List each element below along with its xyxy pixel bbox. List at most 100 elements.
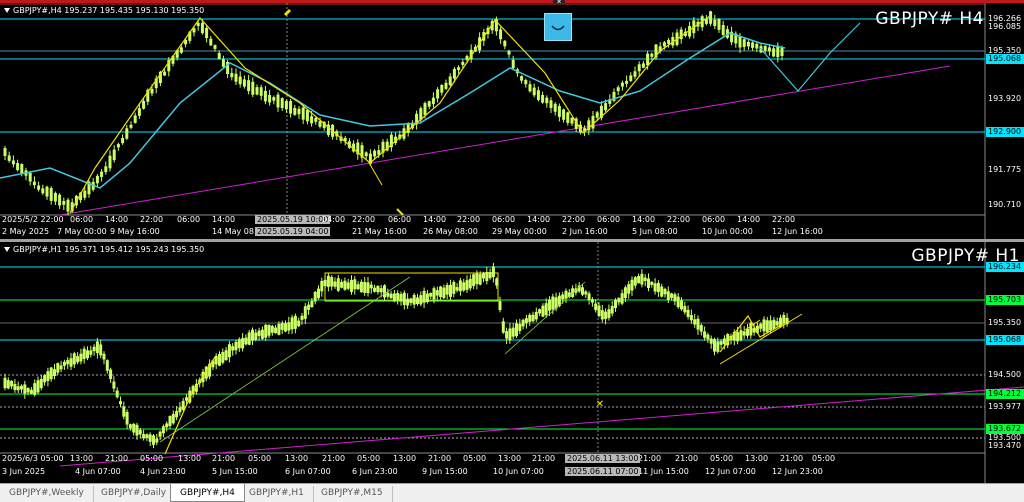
candle-body <box>431 97 435 105</box>
candle-body <box>498 300 502 311</box>
smile-trade-icon[interactable] <box>544 13 572 41</box>
candle-body <box>178 407 182 413</box>
h1-price-label: 195.703 <box>986 295 1024 305</box>
candle-body <box>521 319 525 327</box>
candle-body <box>364 152 368 157</box>
candle-body <box>259 87 263 96</box>
h1-time-label: 13:00 <box>178 454 202 463</box>
candle-body <box>699 325 703 332</box>
candle-body <box>11 160 15 165</box>
tab-h4[interactable]: GBPJPY#,H4 <box>170 484 245 502</box>
candle-body <box>462 282 466 291</box>
candle-body <box>218 353 221 366</box>
candle-body <box>148 434 152 442</box>
candle-body <box>287 322 291 331</box>
candle-body <box>538 309 542 314</box>
candle-body <box>590 299 594 303</box>
candle-body <box>452 281 456 294</box>
candle-body <box>541 94 545 103</box>
candle-body <box>209 38 213 46</box>
candle-body <box>643 277 647 281</box>
h4-symbol-title: GBPJPY# H4 <box>875 9 984 29</box>
candle-body <box>600 310 604 320</box>
h4-price-label: 195.068 <box>986 54 1024 64</box>
candle-body <box>145 434 149 438</box>
candle-body <box>82 348 86 360</box>
candle-body <box>268 95 272 103</box>
h1-time-label: 21:00 <box>212 454 236 463</box>
candle-body <box>528 84 532 92</box>
candle-body <box>633 71 637 77</box>
h4-crosshair-label: 2025.05.19 04:00 <box>255 227 331 236</box>
candle-body <box>175 411 179 418</box>
candle-body <box>742 39 746 47</box>
candle-body <box>772 48 776 57</box>
h4-time-label: 06:00 <box>597 215 621 224</box>
candle-body <box>507 51 511 55</box>
candle-body <box>557 106 561 117</box>
h4-chart-canvas[interactable] <box>0 3 1024 239</box>
candle-body <box>422 290 426 303</box>
candle-body <box>119 401 122 405</box>
candle-body <box>656 282 660 293</box>
candle-body <box>95 341 99 354</box>
h4-date-label: 7 May 00:00 <box>57 227 107 236</box>
h1-time-label: 05:00 <box>140 454 164 463</box>
candle-body <box>759 323 763 329</box>
candle-body <box>505 331 509 339</box>
candle-body <box>289 101 293 114</box>
h4-time-label: 14:00 <box>527 215 551 224</box>
tab-m15[interactable]: GBPJPY#,M15 <box>312 486 393 502</box>
candle-body <box>26 388 30 393</box>
candle-body <box>150 88 154 94</box>
candle-body <box>429 292 433 297</box>
candle-body <box>767 47 771 52</box>
candle-body <box>86 350 89 359</box>
candle-body <box>581 287 584 295</box>
candle-body <box>346 282 350 289</box>
candle-body <box>532 87 536 96</box>
candle-body <box>41 188 45 194</box>
candle-body <box>168 415 172 427</box>
candle-body <box>99 344 103 356</box>
candle-body <box>254 332 258 340</box>
candle-body <box>667 39 671 44</box>
h1-time-label: 13:00 <box>285 454 309 463</box>
moving-average-line <box>0 32 786 189</box>
h1-time-label: 21:00 <box>638 454 662 463</box>
candle-body <box>614 300 617 308</box>
candle-body <box>179 47 183 53</box>
tab-daily[interactable]: GBPJPY#,Daily <box>92 486 177 502</box>
candle-body <box>272 97 276 101</box>
candle-body <box>49 367 53 380</box>
h1-crosshair-label: 2025.06.11 13:00 <box>565 454 641 463</box>
h1-price-label: 194.500 <box>988 370 1022 379</box>
candle-body <box>640 273 644 285</box>
candle-body <box>623 287 627 299</box>
h4-price-label: 191.775 <box>988 165 1022 174</box>
candle-body <box>392 293 396 301</box>
candle-body <box>244 337 248 345</box>
candle-body <box>503 40 507 47</box>
candle-body <box>439 286 443 298</box>
zigzag-line <box>69 15 711 214</box>
h1-chart-canvas[interactable]: ✕ <box>0 242 1024 483</box>
trend-channel-line <box>504 281 586 355</box>
tab-h1[interactable]: GBPJPY#,H1 <box>240 486 314 502</box>
candle-body <box>56 363 60 373</box>
candle-body <box>633 277 637 286</box>
candle-body <box>62 361 66 366</box>
candle-body <box>301 107 305 120</box>
tab-weekly[interactable]: GBPJPY#,Weekly <box>0 486 94 502</box>
h1-date-label: 6 Jun 07:00 <box>285 467 331 476</box>
candle-body <box>650 281 654 285</box>
candle-body <box>746 328 749 336</box>
h4-time-label: 04:00 <box>322 215 346 224</box>
candle-body <box>318 121 322 127</box>
h1-chart-pane[interactable]: ✕ GBPJPY#,H1 195.371 195.412 195.243 195… <box>0 242 1024 483</box>
candle-body <box>260 329 264 339</box>
h4-chart-pane[interactable]: GBPJPY#,H4 195.237 195.435 195.130 195.3… <box>0 3 1024 239</box>
candle-body <box>307 304 311 310</box>
candle-body <box>277 323 281 335</box>
candle-body <box>242 79 246 87</box>
